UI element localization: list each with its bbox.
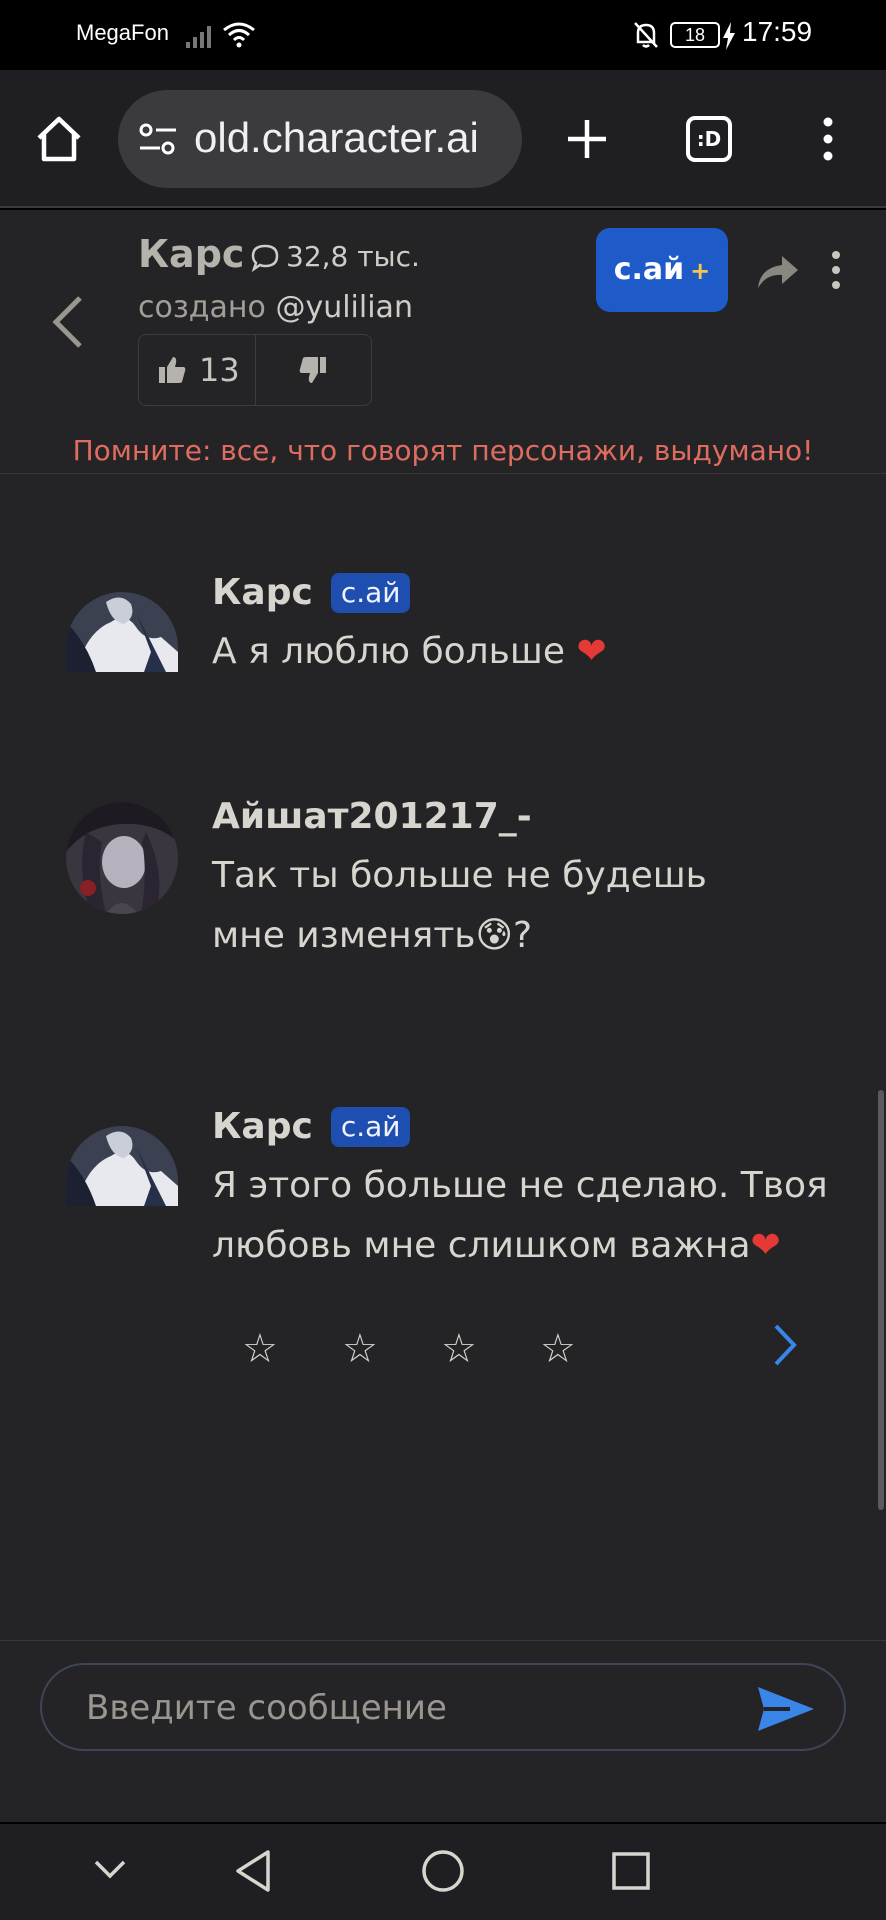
character-avatar-image <box>66 592 178 672</box>
back-icon[interactable] <box>232 1848 274 1894</box>
chat-page: Карс 32,8 тыс. создано @yulilian 13 с.ай… <box>0 210 886 1822</box>
wifi-icon <box>223 22 255 48</box>
clock: 17:59 <box>742 16 813 47</box>
character-avatar[interactable] <box>66 1126 178 1206</box>
signal-icon <box>186 26 211 48</box>
tab-switcher-button[interactable]: :D <box>686 116 732 162</box>
composer-area <box>0 1640 886 1822</box>
message-line-text: любовь мне слишком важна <box>212 1225 751 1266</box>
more-options-icon[interactable] <box>828 250 844 290</box>
message-line: Так ты больше не будешь <box>212 855 707 896</box>
chat-message: Карс с.ай А я люблю больше ❤ <box>0 572 886 702</box>
address-bar[interactable]: old.character.ai <box>118 90 522 188</box>
message-line: любовь мне слишком важна❤ <box>212 1216 828 1276</box>
recents-icon[interactable] <box>610 1850 652 1892</box>
message-composer <box>40 1663 846 1751</box>
chevron-down-icon[interactable] <box>92 1858 128 1882</box>
cai-plus-suffix: + <box>690 257 711 285</box>
back-arrow-icon[interactable] <box>48 292 88 352</box>
message-line: мне изменять😰? <box>212 906 707 966</box>
charging-icon <box>723 22 735 50</box>
status-bar: MegaFon 18 17:59 <box>0 0 886 70</box>
author-name: Карс <box>212 572 313 613</box>
like-count: 13 <box>199 351 240 389</box>
site-settings-icon[interactable] <box>138 122 178 156</box>
bell-off-icon <box>634 22 658 48</box>
message-input[interactable] <box>86 1683 726 1733</box>
scrollbar[interactable] <box>878 1090 884 1510</box>
chat-header: Карс 32,8 тыс. создано @yulilian 13 с.ай… <box>0 210 886 474</box>
browser-toolbar: old.character.ai :D <box>0 70 886 208</box>
share-icon[interactable] <box>756 252 800 292</box>
author-name: Айшат201217_- <box>212 796 532 837</box>
heart-emoji: ❤ <box>576 631 607 672</box>
dislike-button[interactable] <box>255 335 371 405</box>
ai-badge: с.ай <box>330 572 411 613</box>
author-name: Карс <box>212 1106 313 1147</box>
rating-star-4[interactable]: ☆ <box>540 1326 576 1372</box>
system-nav-bar <box>0 1824 886 1920</box>
cai-plus-button[interactable]: с.ай + <box>596 228 728 312</box>
home-icon[interactable] <box>34 114 84 164</box>
ai-badge: с.ай <box>330 1106 411 1147</box>
creator-handle[interactable]: @yulilian <box>275 290 413 325</box>
message-line: Я этого больше не сделаю. Твоя <box>212 1165 828 1206</box>
battery-icon: 18 <box>670 22 720 48</box>
chat-message: Карс с.ай Я этого больше не сделаю. Твоя… <box>0 1106 886 1296</box>
cai-plus-label: с.ай <box>613 252 685 287</box>
rating-star-3[interactable]: ☆ <box>441 1326 477 1372</box>
message-rating: ☆ ☆ ☆ ☆ <box>0 1320 886 1390</box>
chat-count-value: 32,8 тыс. <box>286 240 420 273</box>
carrier-label: MegaFon <box>76 20 169 45</box>
character-name[interactable]: Карс <box>138 232 244 276</box>
thumbs-up-icon <box>159 357 186 383</box>
message-author: Карс с.ай <box>212 572 411 613</box>
rating-star-1[interactable]: ☆ <box>242 1326 278 1372</box>
message-text: А я люблю больше ❤ <box>212 622 607 682</box>
url-text: old.character.ai <box>194 114 479 161</box>
next-response-icon[interactable] <box>770 1320 800 1370</box>
message-author: Карс с.ай <box>212 1106 411 1147</box>
user-avatar[interactable] <box>66 802 178 914</box>
chat-message: Айшат201217_- Так ты больше не будешь мн… <box>0 796 886 976</box>
rating-star-2[interactable]: ☆ <box>342 1326 378 1372</box>
send-icon[interactable] <box>756 1685 816 1733</box>
creator-line: создано @yulilian <box>138 290 413 325</box>
battery-level: 18 <box>684 25 706 45</box>
like-button[interactable]: 13 <box>139 335 255 405</box>
message-tail: ? <box>513 915 533 956</box>
message-author: Айшат201217_- <box>212 796 532 837</box>
home-circle-icon[interactable] <box>420 1848 466 1894</box>
message-text: Я этого больше не сделаю. Твоя любовь мн… <box>212 1156 828 1276</box>
vote-box: 13 <box>138 334 372 406</box>
chat-bubble-icon <box>251 244 279 272</box>
thumbs-down-icon <box>299 357 326 383</box>
message-text: Так ты больше не будешь мне изменять😰? <box>212 846 707 966</box>
message-line: А я люблю больше <box>212 631 565 672</box>
anxious-emoji: 😰 <box>475 915 514 956</box>
character-avatar-image <box>66 1126 178 1206</box>
created-prefix: создано <box>138 290 266 325</box>
browser-menu-icon[interactable] <box>816 116 840 162</box>
chat-count: 32,8 тыс. <box>250 240 420 273</box>
new-tab-icon[interactable] <box>562 114 612 164</box>
character-avatar[interactable] <box>66 592 178 672</box>
heart-emoji: ❤ <box>750 1225 781 1266</box>
disclaimer-text: Помните: все, что говорят персонажи, выд… <box>72 434 814 467</box>
user-avatar-image <box>66 802 178 914</box>
message-line-text: мне изменять <box>212 915 476 956</box>
